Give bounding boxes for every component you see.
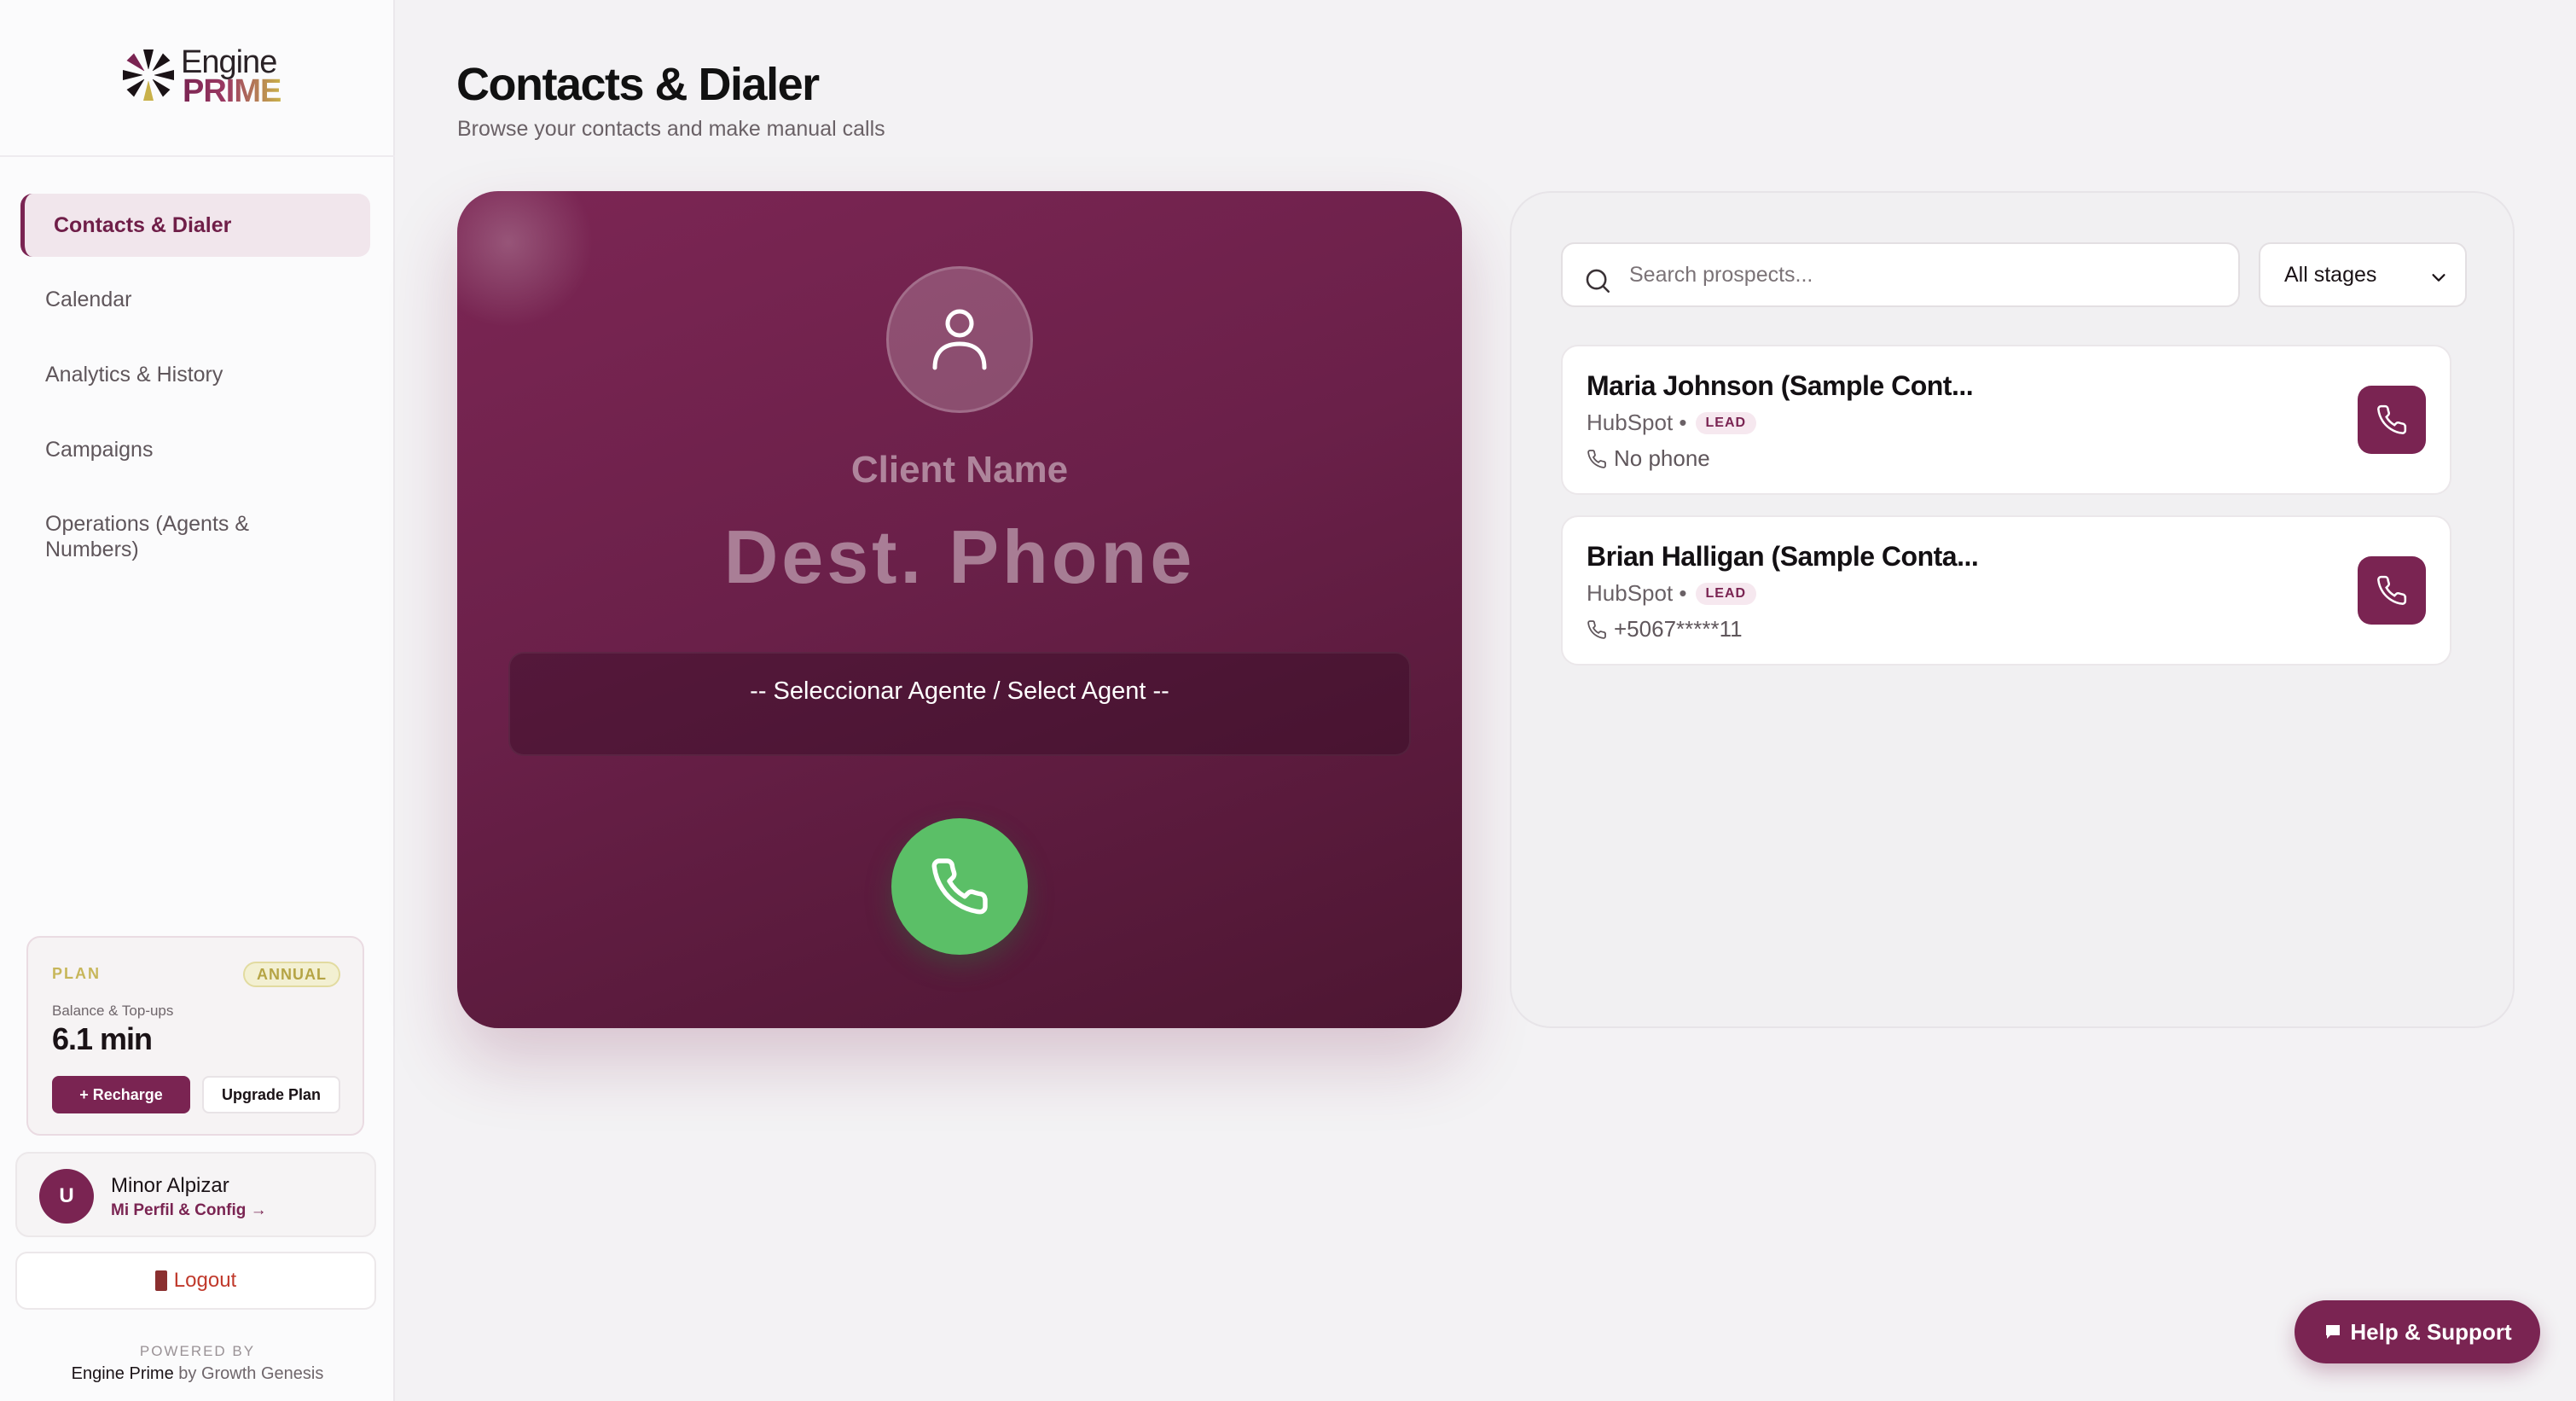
dialer-card: Client Name Dest. Phone -- Seleccionar A… <box>457 191 1462 1028</box>
avatar: U <box>39 1169 94 1224</box>
powered-brand-name: Engine Prime <box>71 1364 174 1383</box>
phone-icon <box>2377 404 2407 434</box>
contact-source-label: HubSpot • <box>1587 410 1687 435</box>
balance-value: 6.1 min <box>52 1021 153 1056</box>
call-contact-button[interactable] <box>2358 386 2426 454</box>
contact-row[interactable]: Maria Johnson (Sample Cont... HubSpot • … <box>1561 345 2451 495</box>
logo-icon <box>123 49 174 101</box>
help-support-label: Help & Support <box>2350 1318 2512 1345</box>
page-subtitle: Browse your contacts and make manual cal… <box>457 117 885 141</box>
sidebar-item-analytics-history[interactable]: Analytics & History <box>20 343 370 406</box>
upgrade-plan-button[interactable]: Upgrade Plan <box>202 1076 340 1113</box>
chat-icon <box>2326 1325 2341 1339</box>
door-icon <box>154 1270 167 1291</box>
chevron-down-icon <box>2432 274 2445 282</box>
phone-icon <box>1587 449 1606 468</box>
stage-filter-value: All stages <box>2284 262 2377 287</box>
powered-brand-suffix: by Growth Genesis <box>178 1364 324 1383</box>
contact-source: HubSpot • LEAD <box>1587 580 1757 607</box>
sidebar-item-calendar[interactable]: Calendar <box>20 268 370 331</box>
recharge-button[interactable]: + Recharge <box>52 1076 190 1113</box>
logout-button[interactable]: Logout <box>15 1252 376 1310</box>
contact-phone-value: +5067*****11 <box>1614 616 1743 642</box>
contacts-panel: Search prospects... All stages Maria Joh… <box>1510 191 2515 1028</box>
phone-icon <box>2377 575 2407 605</box>
call-contact-button[interactable] <box>2358 556 2426 625</box>
page-title: Contacts & Dialer <box>456 59 820 110</box>
client-name: Client Name <box>850 449 1069 491</box>
help-support-button[interactable]: Help & Support <box>2295 1300 2540 1363</box>
lead-badge: LEAD <box>1695 411 1757 434</box>
sidebar-item-contacts-dialer[interactable]: Contacts & Dialer <box>20 194 370 257</box>
contact-name: Maria Johnson (Sample Cont... <box>1587 370 1974 401</box>
user-name: Minor Alpizar <box>111 1174 229 1197</box>
user-icon <box>932 309 987 370</box>
plan-card: PLAN ANNUAL Balance & Top-ups 6.1 min + … <box>26 936 364 1136</box>
phone-icon <box>931 858 988 915</box>
dest-phone: Dest. Phone <box>723 514 1196 599</box>
logo-word-prime: PRIME <box>183 73 281 109</box>
sidebar: Engine PRIME Contacts & Dialer Calendar … <box>0 0 395 1401</box>
balance-label: Balance & Top-ups <box>52 1003 174 1019</box>
stage-filter-select[interactable]: All stages <box>2259 242 2467 307</box>
contact-phone-value: No phone <box>1614 445 1710 471</box>
contact-row[interactable]: Brian Halligan (Sample Conta... HubSpot … <box>1561 515 2451 666</box>
search-icon <box>1586 269 1610 294</box>
logo[interactable]: Engine PRIME <box>0 0 395 157</box>
powered-brand: Engine Prime by Growth Genesis <box>0 1364 395 1384</box>
plan-label: PLAN <box>52 965 101 982</box>
agent-select[interactable]: -- Seleccionar Agente / Select Agent -- <box>508 652 1411 756</box>
sidebar-item-operations[interactable]: Operations (Agents & Numbers) <box>20 505 276 568</box>
contact-phone: No phone <box>1587 445 1710 472</box>
plan-badge: ANNUAL <box>243 962 340 987</box>
contact-source: HubSpot • LEAD <box>1587 410 1757 436</box>
search-input[interactable]: Search prospects... <box>1561 242 2240 307</box>
profile-settings-link[interactable]: Mi Perfil & Config → <box>111 1201 267 1220</box>
user-card[interactable]: U Minor Alpizar Mi Perfil & Config → <box>15 1152 376 1237</box>
contact-source-label: HubSpot • <box>1587 580 1687 606</box>
dialer-glow <box>457 191 594 328</box>
sidebar-item-campaigns[interactable]: Campaigns <box>20 418 370 481</box>
powered-by-label: POWERED BY <box>139 1343 256 1359</box>
logout-label: Logout <box>173 1269 237 1292</box>
call-button[interactable] <box>891 818 1028 955</box>
phone-icon <box>1587 619 1606 639</box>
contact-phone: +5067*****11 <box>1587 616 1743 642</box>
search-placeholder: Search prospects... <box>1629 263 1813 287</box>
contact-name: Brian Halligan (Sample Conta... <box>1587 541 1979 572</box>
lead-badge: LEAD <box>1695 582 1757 605</box>
client-avatar <box>886 266 1033 413</box>
